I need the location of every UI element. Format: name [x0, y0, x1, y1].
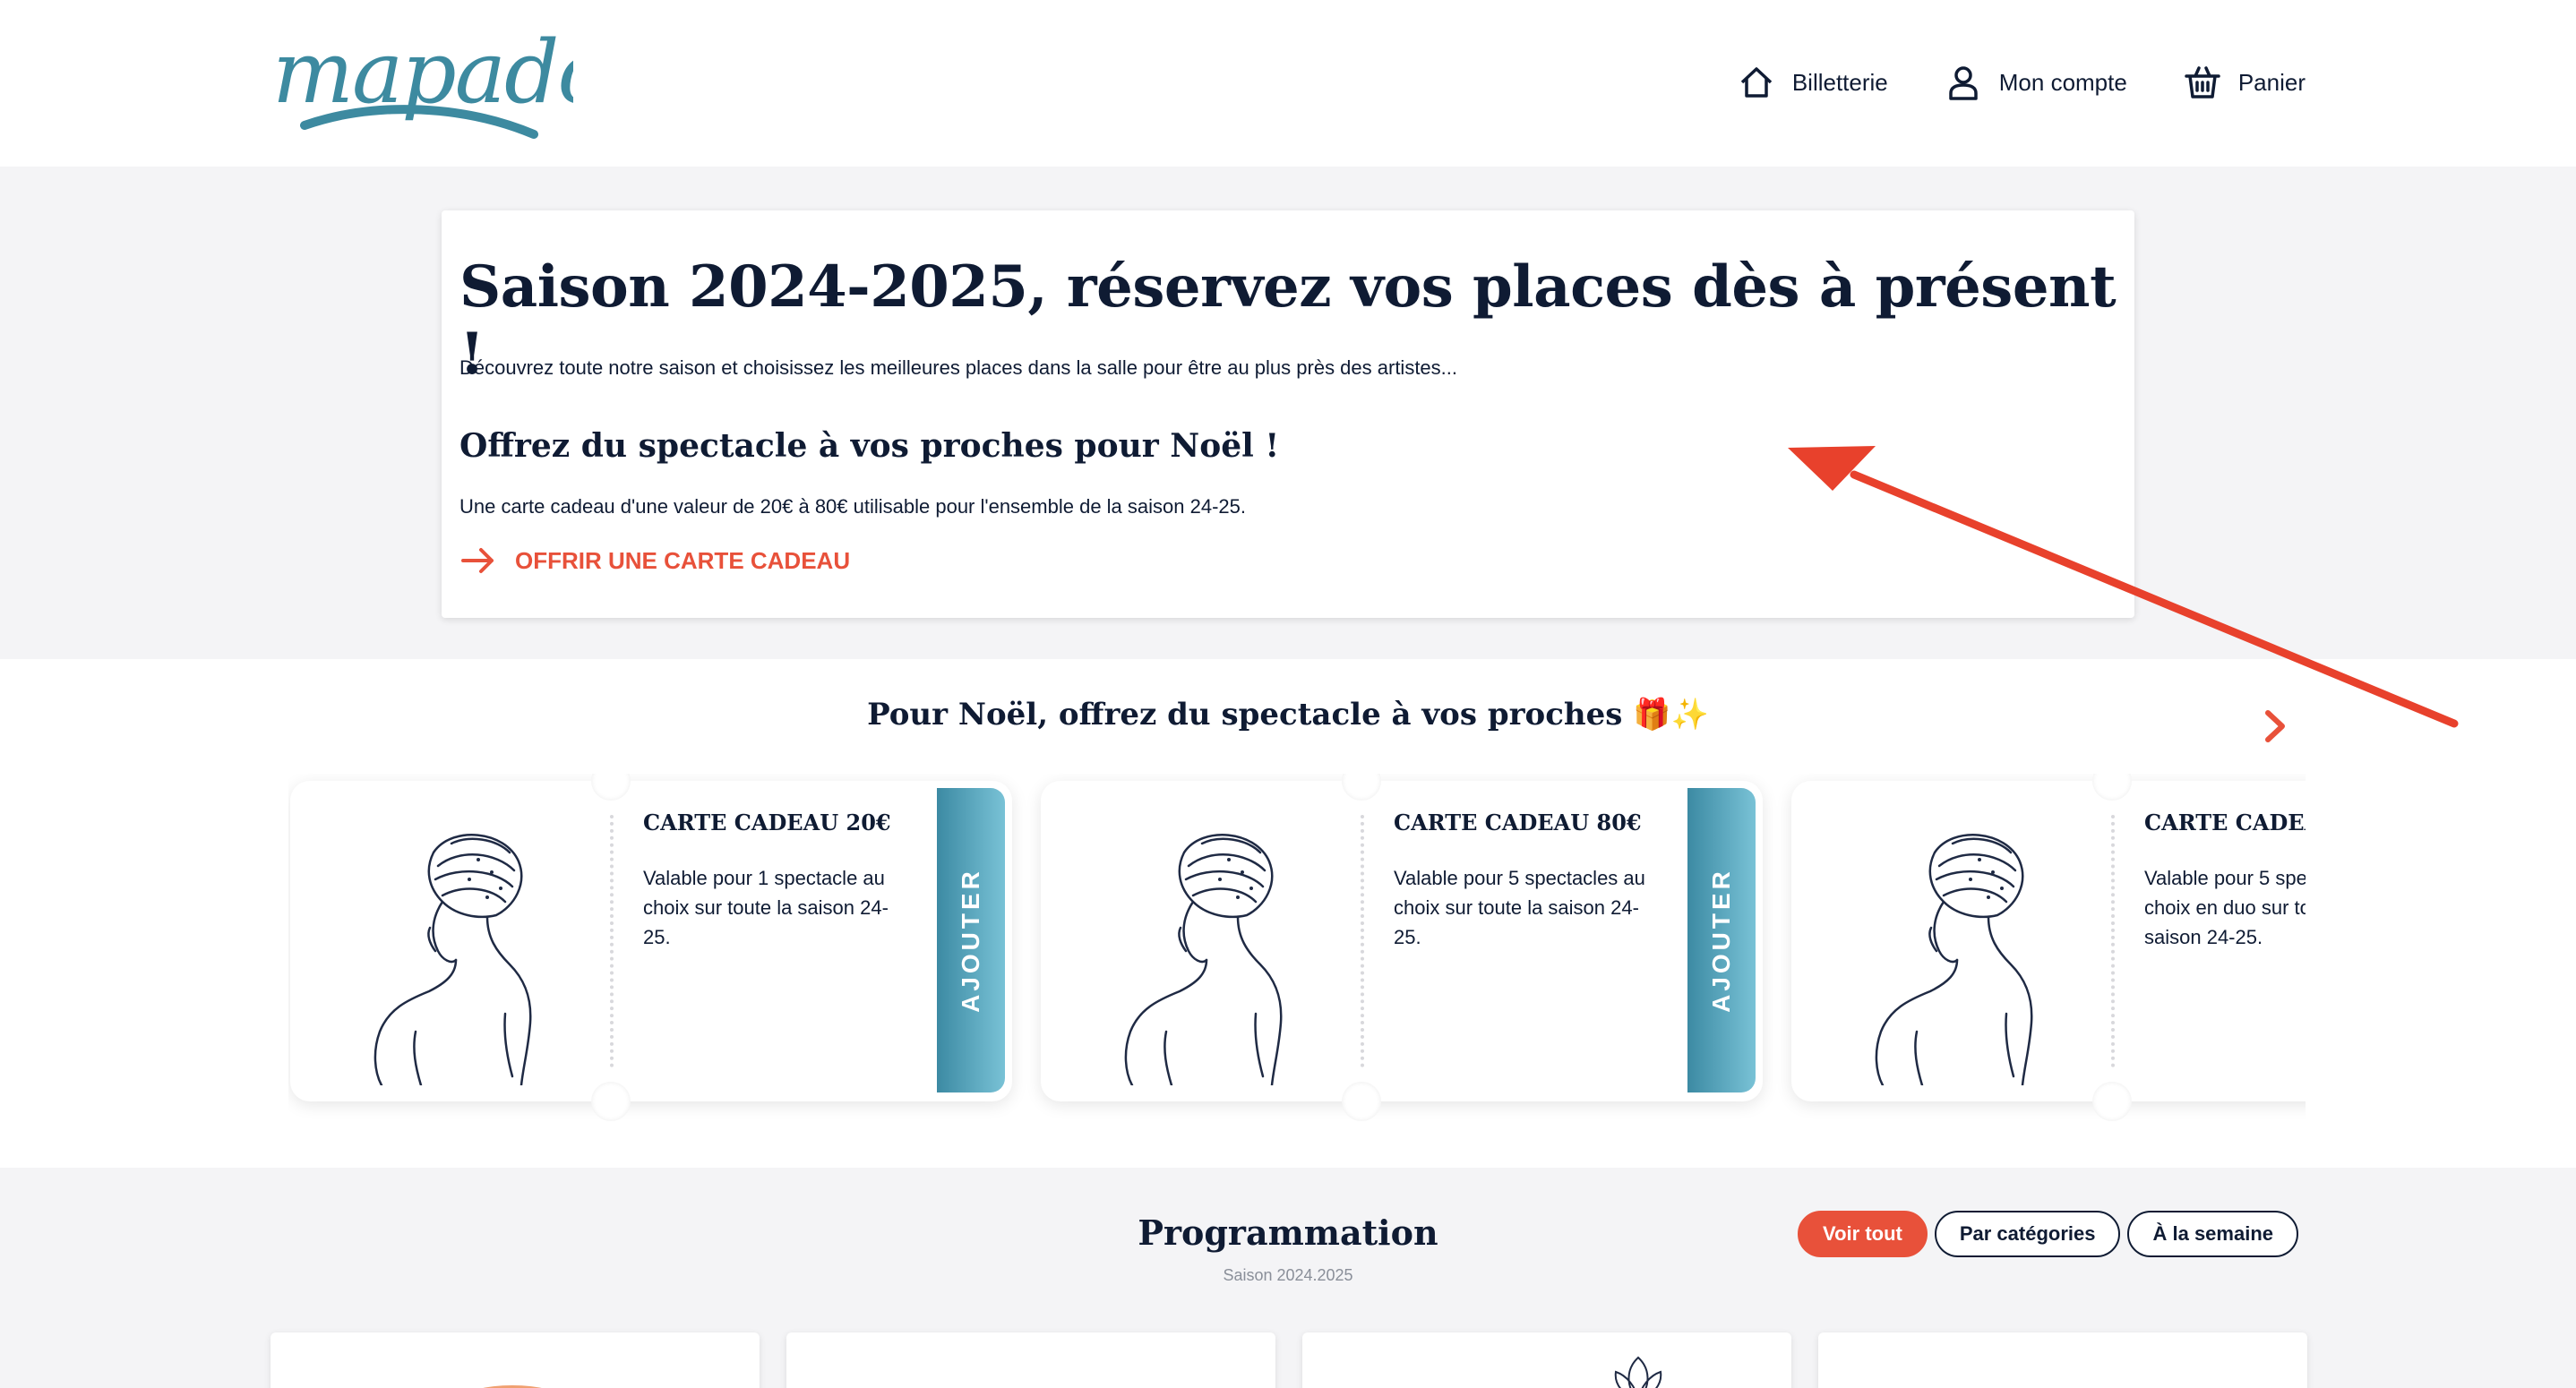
programmation-subtitle: Saison 2024.2025 [1223, 1266, 1353, 1284]
add-gift-card-button[interactable]: AJOUTER [937, 788, 1005, 1092]
basket-icon [2185, 66, 2220, 99]
nav-billetterie[interactable]: Billetterie [1737, 63, 1888, 102]
ticket-perforation [1361, 815, 1364, 1067]
gift-section-title: Pour Noël, offrez du spectacle à vos pro… [867, 697, 1709, 733]
chevron-right-icon[interactable] [2254, 706, 2295, 747]
ticket-perforation [2111, 815, 2115, 1067]
mapado-logo[interactable]: mapado [269, 20, 573, 145]
gift-card-link-label: OFFRIR UNE CARTE CADEAU [515, 546, 851, 574]
ticket-notch [1342, 774, 1381, 801]
gift-card-name: CARTE CADEAU 20€ [643, 810, 891, 835]
home-icon [1740, 67, 1773, 98]
woman-illustration [1124, 834, 1283, 1085]
tab-a-la-semaine[interactable]: À la semaine [2127, 1211, 2298, 1257]
user-icon [1949, 66, 1978, 100]
tab-voir-tout[interactable]: Voir tout [1798, 1211, 1928, 1257]
gift-card: CARTE CADEAU 80€ Valable pour 5 spectacl… [1041, 774, 1763, 1121]
tab-par-categories[interactable]: Par catégories [1934, 1211, 2121, 1257]
woman-illustration [1875, 834, 2033, 1085]
hero-description: Découvrez toute notre saison et choisiss… [459, 356, 1458, 379]
ticket-notch [2092, 774, 2132, 801]
programmation-tabs: Voir tout Par catégories À la semaine [1798, 1211, 2298, 1257]
event-card[interactable] [1302, 1332, 1791, 1388]
nav-panier-label: Panier [2237, 68, 2306, 96]
main-nav: Billetterie Mon compte Panier [1737, 54, 2306, 111]
site-header: mapado Billetterie Mon compte Panier [0, 0, 2576, 167]
gift-card-text: Valable pour 5 spectacles au choix en du… [2144, 867, 2306, 948]
add-gift-card-button[interactable]: AJOUTER [1687, 788, 1756, 1092]
gift-card-link[interactable]: OFFRIR UNE CARTE CADEAU [459, 542, 850, 579]
ticket-notch [591, 774, 631, 801]
lotus-illustration [1614, 1356, 1662, 1388]
ticket-notch [591, 1082, 631, 1121]
gift-card-name: CARTE CADEAU [2144, 810, 2306, 835]
arrow-right-icon [461, 548, 494, 573]
event-card[interactable] [786, 1332, 1275, 1388]
ticket-notch [1342, 1082, 1381, 1121]
add-label: AJOUTER [957, 868, 985, 1013]
nav-mon-compte-label: Mon compte [1998, 68, 2127, 96]
gift-section: Pour Noël, offrez du spectacle à vos pro… [0, 659, 2576, 1168]
event-thumbnail [483, 1385, 542, 1388]
woman-illustration [374, 834, 532, 1085]
gift-card-text: Valable pour 5 spectacles au choix sur t… [1394, 867, 1645, 948]
add-label: AJOUTER [1707, 868, 1736, 1013]
gift-card: CARTE CADEAU Valable pour 5 spectacles a… [1791, 774, 2306, 1121]
gift-carousel: CARTE CADEAU 20€ Valable pour 1 spectacl… [288, 774, 2306, 1132]
ticket-perforation [610, 815, 614, 1067]
nav-mon-compte[interactable]: Mon compte [1944, 63, 2127, 102]
nav-panier[interactable]: Panier [2183, 63, 2306, 102]
ticket-notch [2092, 1082, 2132, 1121]
hero-subtitle: Offrez du spectacle à vos proches pour N… [459, 427, 1280, 465]
hero-card: Saison 2024-2025, réservez vos places dè… [442, 210, 2134, 618]
gift-card-name: CARTE CADEAU 80€ [1394, 810, 1642, 835]
programmation-section: Programmation Saison 2024.2025 Voir tout… [0, 1168, 2576, 1388]
event-card[interactable] [270, 1332, 760, 1388]
gift-card: CARTE CADEAU 20€ Valable pour 1 spectacl… [290, 774, 1012, 1121]
hero-subdescription: Une carte cadeau d'une valeur de 20€ à 8… [459, 495, 1246, 518]
nav-billetterie-label: Billetterie [1791, 68, 1888, 96]
gift-card-text: Valable pour 1 spectacle au choix sur to… [643, 867, 889, 948]
event-card[interactable] [1818, 1332, 2307, 1388]
